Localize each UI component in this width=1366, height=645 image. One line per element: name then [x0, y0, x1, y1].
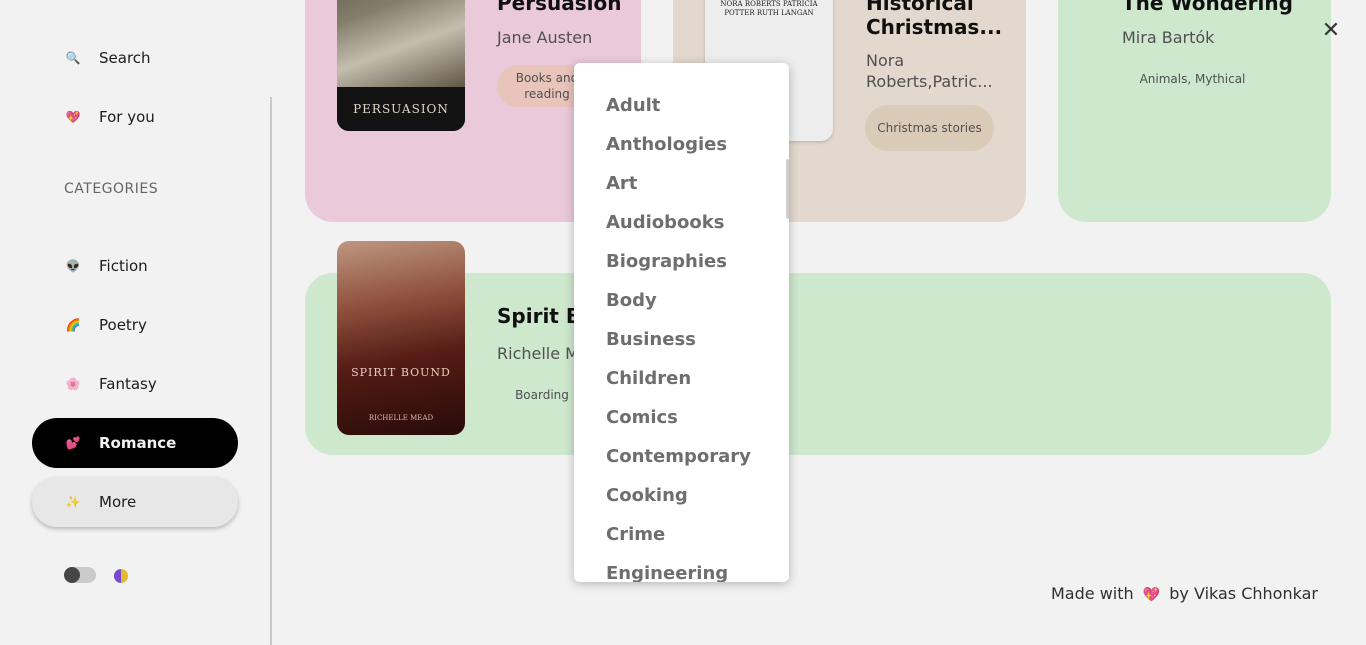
option-anthologies[interactable]: Anthologies [574, 133, 789, 172]
option-business[interactable]: Business [574, 328, 789, 367]
option-body[interactable]: Body [574, 289, 789, 328]
option-children[interactable]: Children [574, 367, 789, 406]
option-audiobooks[interactable]: Audiobooks [574, 211, 789, 250]
option-contemporary[interactable]: Contemporary [574, 445, 789, 484]
category-options-list: Adult Anthologies Art Audiobooks Biograp… [574, 63, 789, 582]
option-biographies[interactable]: Biographies [574, 250, 789, 289]
option-crime[interactable]: Crime [574, 523, 789, 562]
option-engineering[interactable]: Engineering [574, 562, 789, 582]
category-dropdown[interactable]: Adult Anthologies Art Audiobooks Biograp… [574, 63, 789, 582]
option-cooking[interactable]: Cooking [574, 484, 789, 523]
close-icon[interactable]: ✕ [1321, 19, 1341, 43]
option-adult[interactable]: Adult [574, 94, 789, 133]
option-comics[interactable]: Comics [574, 406, 789, 445]
option-art[interactable]: Art [574, 172, 789, 211]
dropdown-scrollbar[interactable] [786, 159, 789, 219]
